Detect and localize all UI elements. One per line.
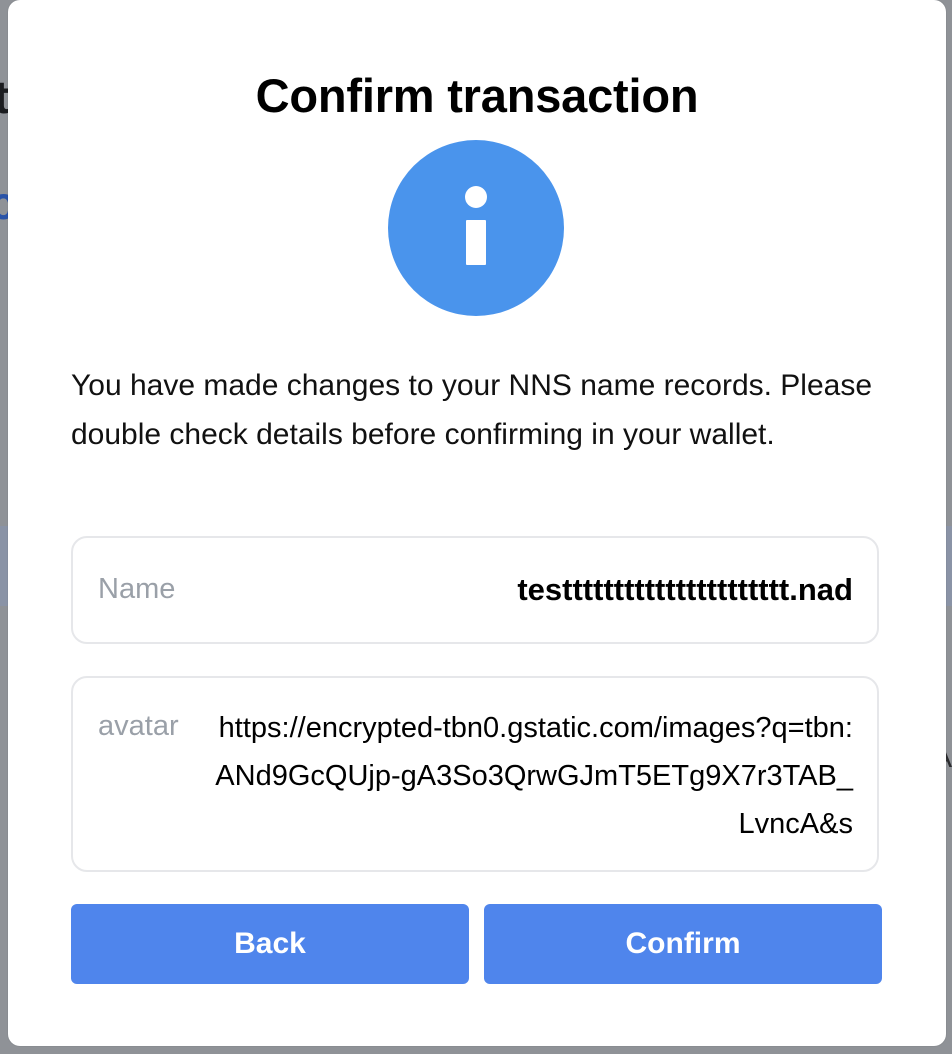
dialog-message: You have made changes to your NNS name r…: [71, 369, 873, 451]
record-avatar-card: avatar https://encrypted-tbn0.gstatic.co…: [71, 676, 879, 872]
record-name-card: Name testttttttttttttttttttttt.nad: [71, 536, 879, 644]
info-icon: [388, 140, 564, 316]
record-label: Name: [98, 573, 176, 605]
confirm-button[interactable]: Confirm: [484, 904, 882, 984]
confirm-transaction-dialog: Confirm transaction You have made change…: [8, 0, 946, 1046]
record-value: https://encrypted-tbn0.gstatic.com/image…: [215, 712, 853, 840]
info-icon-bar: [466, 220, 486, 265]
info-icon-dot: [465, 186, 487, 208]
back-button[interactable]: Back: [71, 904, 469, 984]
record-label: avatar: [98, 710, 179, 742]
dialog-title: Confirm transaction: [255, 69, 699, 122]
record-value: testttttttttttttttttttttt.nad: [517, 572, 853, 607]
